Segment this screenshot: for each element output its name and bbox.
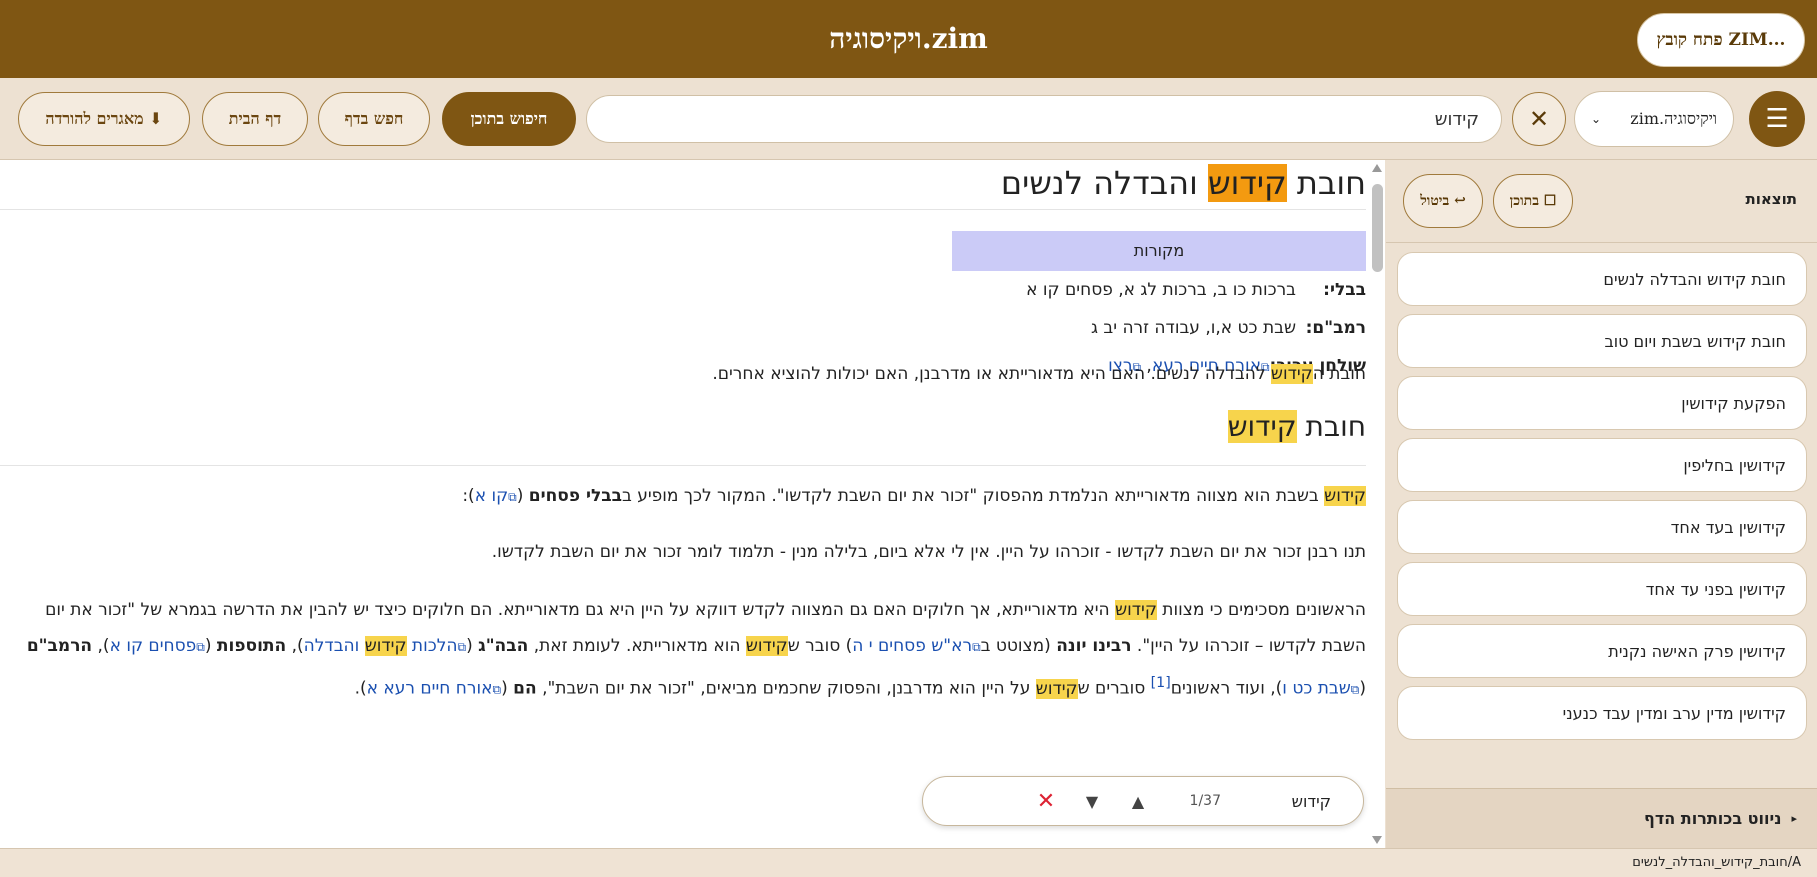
external-link-icon: ⧉	[492, 682, 502, 697]
external-link-icon: ⧉	[457, 640, 467, 654]
highlight-current: קידוש	[1207, 164, 1287, 202]
intro-paragraph: חובת הקידוש להבדלה לנשים. האם היא מדאורי…	[712, 364, 1366, 384]
article-pane[interactable]: חובת קידוש והבדלה לנשים מקורות בבלי: ברכ…	[0, 160, 1370, 848]
page-headings-nav[interactable]: ▸ ניווט בכותרות הדף	[1386, 788, 1817, 848]
results-sidebar: תוצאות ☐ בתוכן ↩ ביטול חובת קידוש והבדלה…	[1386, 160, 1817, 848]
infobox-row: בבלי: ברכות כו ב, ברכות לג א, פסחים קו א	[1026, 280, 1366, 300]
result-item[interactable]: קידושין מדין ערב ומדין עבד כנעני	[1397, 686, 1807, 740]
result-item[interactable]: הפקעת קידושין	[1397, 376, 1807, 430]
toolbar: ☰ ויקיסוגיה.zim ⌄ ✕ חיפוש בתוכן חפש בדף …	[0, 78, 1817, 160]
result-item[interactable]: חובת קידוש והבדלה לנשים	[1397, 252, 1807, 306]
article-title: חובת קידוש והבדלה לנשים	[0, 160, 1366, 210]
find-query[interactable]: קידוש	[1221, 792, 1331, 811]
top-bar: ויקיסוגיה.zim פתח קובץ ZIM...	[0, 0, 1817, 78]
scroll-thumb[interactable]	[1372, 184, 1383, 272]
result-item[interactable]: חובת קידוש בשבת ויום טוב	[1397, 314, 1807, 368]
status-path: A/חובת_קידוש_והבדלה_לנשים	[1632, 855, 1801, 870]
find-in-page-button[interactable]: חפש בדף	[318, 92, 430, 146]
infobox-header: מקורות	[952, 231, 1366, 271]
paragraph-3: הראשונים מסכימים כי מצוות קידוש היא מדאו…	[26, 600, 1366, 699]
find-close-icon[interactable]: ✕	[1023, 789, 1069, 814]
result-item[interactable]: קידושין פרק האישה נקנית	[1397, 624, 1807, 678]
section-heading: חובת קידוש	[0, 410, 1366, 466]
in-content-toggle[interactable]: ☐ בתוכן	[1493, 174, 1573, 228]
external-link-icon: ⧉	[508, 490, 517, 504]
link-pesachim[interactable]: קו א	[475, 486, 508, 506]
find-prev-icon[interactable]: ▲	[1115, 792, 1161, 811]
result-item[interactable]: קידושין בעד אחד	[1397, 500, 1807, 554]
status-bar: A/חובת_קידוש_והבדלה_לנשים	[0, 848, 1817, 877]
clear-search-button[interactable]: ✕	[1512, 92, 1566, 146]
result-item[interactable]: קידושין בפני עד אחד	[1397, 562, 1807, 616]
find-next-icon[interactable]: ▼	[1069, 792, 1115, 811]
search-input[interactable]	[586, 95, 1502, 143]
book-select-value: ויקיסוגיה.zim	[1630, 109, 1717, 128]
book-select[interactable]: ויקיסוגיה.zim ⌄	[1574, 91, 1734, 147]
external-link-icon: ⧉	[972, 640, 981, 654]
paragraph-1: קידוש בשבת הוא מצווה מדאורייתא הנלמדת מה…	[462, 486, 1366, 506]
results-label: תוצאות	[1745, 190, 1797, 208]
home-button[interactable]: דף הבית	[202, 92, 308, 146]
article-scrollbar[interactable]	[1370, 160, 1385, 848]
scroll-down-icon[interactable]	[1372, 836, 1382, 844]
open-zim-button[interactable]: פתח קובץ ZIM...	[1637, 13, 1805, 67]
scroll-up-icon[interactable]	[1372, 164, 1382, 172]
divider	[1386, 242, 1817, 243]
app-title: ויקיסוגיה.zim	[829, 22, 988, 55]
expand-arrow-icon: ▸	[1791, 812, 1797, 825]
menu-icon[interactable]: ☰	[1749, 91, 1805, 147]
result-item[interactable]: קידושין בחליפין	[1397, 438, 1807, 492]
external-link-icon: ⧉	[196, 640, 205, 654]
content-search-button[interactable]: חיפוש בתוכן	[442, 92, 576, 146]
download-libraries-button[interactable]: מאגרים להורדה ⬇	[18, 92, 190, 146]
page-headings-label: ניווט בכותרות הדף	[1644, 809, 1782, 828]
find-counter: 1/37	[1189, 793, 1221, 809]
infobox-row: רמב"ם: שבת כט א,ו, עבודה זרה יב ג	[1091, 318, 1366, 338]
chevron-down-icon: ⌄	[1591, 112, 1602, 126]
paragraph-2: תנו רבנן זכור את יום השבת לקדשו - זוכרהו…	[491, 542, 1366, 562]
find-in-page-bar: קידוש 1/37 ▲ ▼ ✕	[922, 776, 1364, 826]
cancel-button[interactable]: ↩ ביטול	[1403, 174, 1483, 228]
